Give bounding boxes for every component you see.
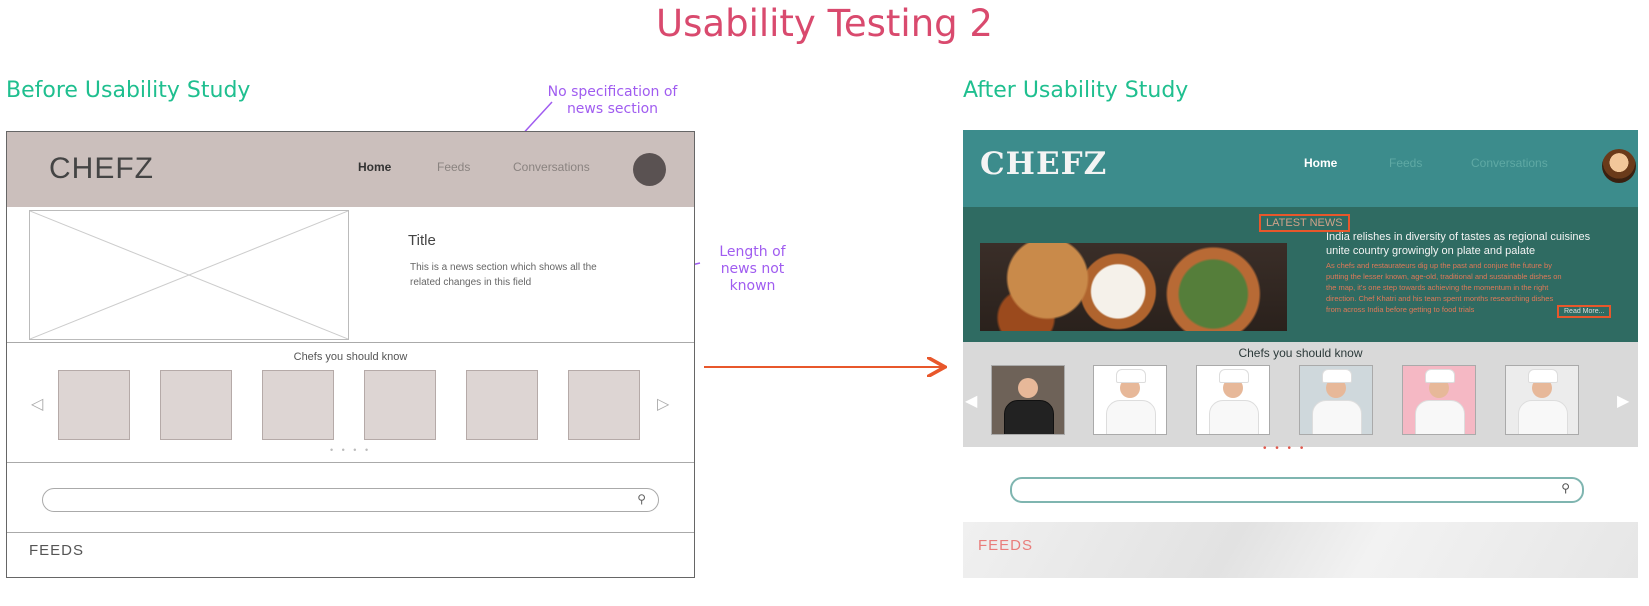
after-mockup: CHEFZ Home Feeds Conversations LATEST NE… (963, 130, 1638, 578)
news-body: This is a news section which shows all t… (410, 262, 597, 288)
chevron-right-icon[interactable]: ▷ (657, 394, 669, 414)
feeds-section (963, 522, 1638, 578)
chef-card[interactable] (1093, 365, 1167, 435)
nav-home[interactable]: Home (1304, 156, 1337, 170)
header-bar: CHEFZ Home Feeds Conversations (7, 132, 694, 207)
feeds-heading: FEEDS (978, 537, 1034, 554)
nav-conversations[interactable]: Conversations (1471, 156, 1548, 170)
chef-card[interactable] (58, 370, 130, 440)
logo: CHEFZ (49, 152, 154, 185)
chevron-right-icon[interactable]: ▶ (1617, 391, 1629, 411)
avatar[interactable] (633, 153, 666, 186)
news-food-image (980, 243, 1287, 331)
news-headline: India relishes in diversity of tastes as… (1326, 231, 1591, 257)
search-input[interactable]: ⚲ (1010, 477, 1584, 503)
chef-card[interactable] (1505, 365, 1579, 435)
search-icon[interactable]: ⚲ (637, 492, 646, 506)
divider (7, 342, 694, 343)
chef-card[interactable] (568, 370, 640, 440)
carousel-dots[interactable]: • • • • (1263, 443, 1306, 454)
logo: CHEFZ (980, 146, 1108, 182)
before-wireframe: CHEFZ Home Feeds Conversations Title Thi… (6, 131, 695, 578)
carousel-dots[interactable]: • • • • (330, 445, 371, 455)
chef-card[interactable] (466, 370, 538, 440)
chevron-left-icon[interactable]: ◁ (31, 394, 43, 414)
nav-conversations[interactable]: Conversations (513, 160, 590, 174)
nav-feeds[interactable]: Feeds (437, 160, 470, 174)
search-icon[interactable]: ⚲ (1561, 481, 1570, 495)
search-input[interactable]: ⚲ (42, 488, 659, 512)
news-title: Title (408, 232, 436, 249)
divider (7, 532, 694, 533)
nav-home[interactable]: Home (358, 160, 391, 174)
read-more-button[interactable]: Read More... (1557, 305, 1612, 318)
chevron-left-icon[interactable]: ◀ (965, 391, 977, 411)
feeds-heading: FEEDS (29, 542, 85, 559)
chef-card[interactable] (1196, 365, 1270, 435)
chef-card[interactable] (991, 365, 1065, 435)
divider (7, 462, 694, 463)
chef-card[interactable] (160, 370, 232, 440)
avatar[interactable] (1602, 149, 1636, 183)
chefs-title: Chefs you should know (293, 351, 408, 363)
chef-card[interactable] (364, 370, 436, 440)
chefs-title: Chefs you should know (1238, 346, 1363, 360)
chef-card[interactable] (1402, 365, 1476, 435)
chef-card[interactable] (262, 370, 334, 440)
image-placeholder-cross (29, 210, 349, 340)
chef-card[interactable] (1299, 365, 1373, 435)
image-placeholder (29, 210, 349, 340)
news-body: As chefs and restaurateurs dig up the pa… (1326, 261, 1562, 314)
header-bar: CHEFZ Home Feeds Conversations (963, 130, 1638, 207)
nav-feeds[interactable]: Feeds (1389, 156, 1422, 170)
